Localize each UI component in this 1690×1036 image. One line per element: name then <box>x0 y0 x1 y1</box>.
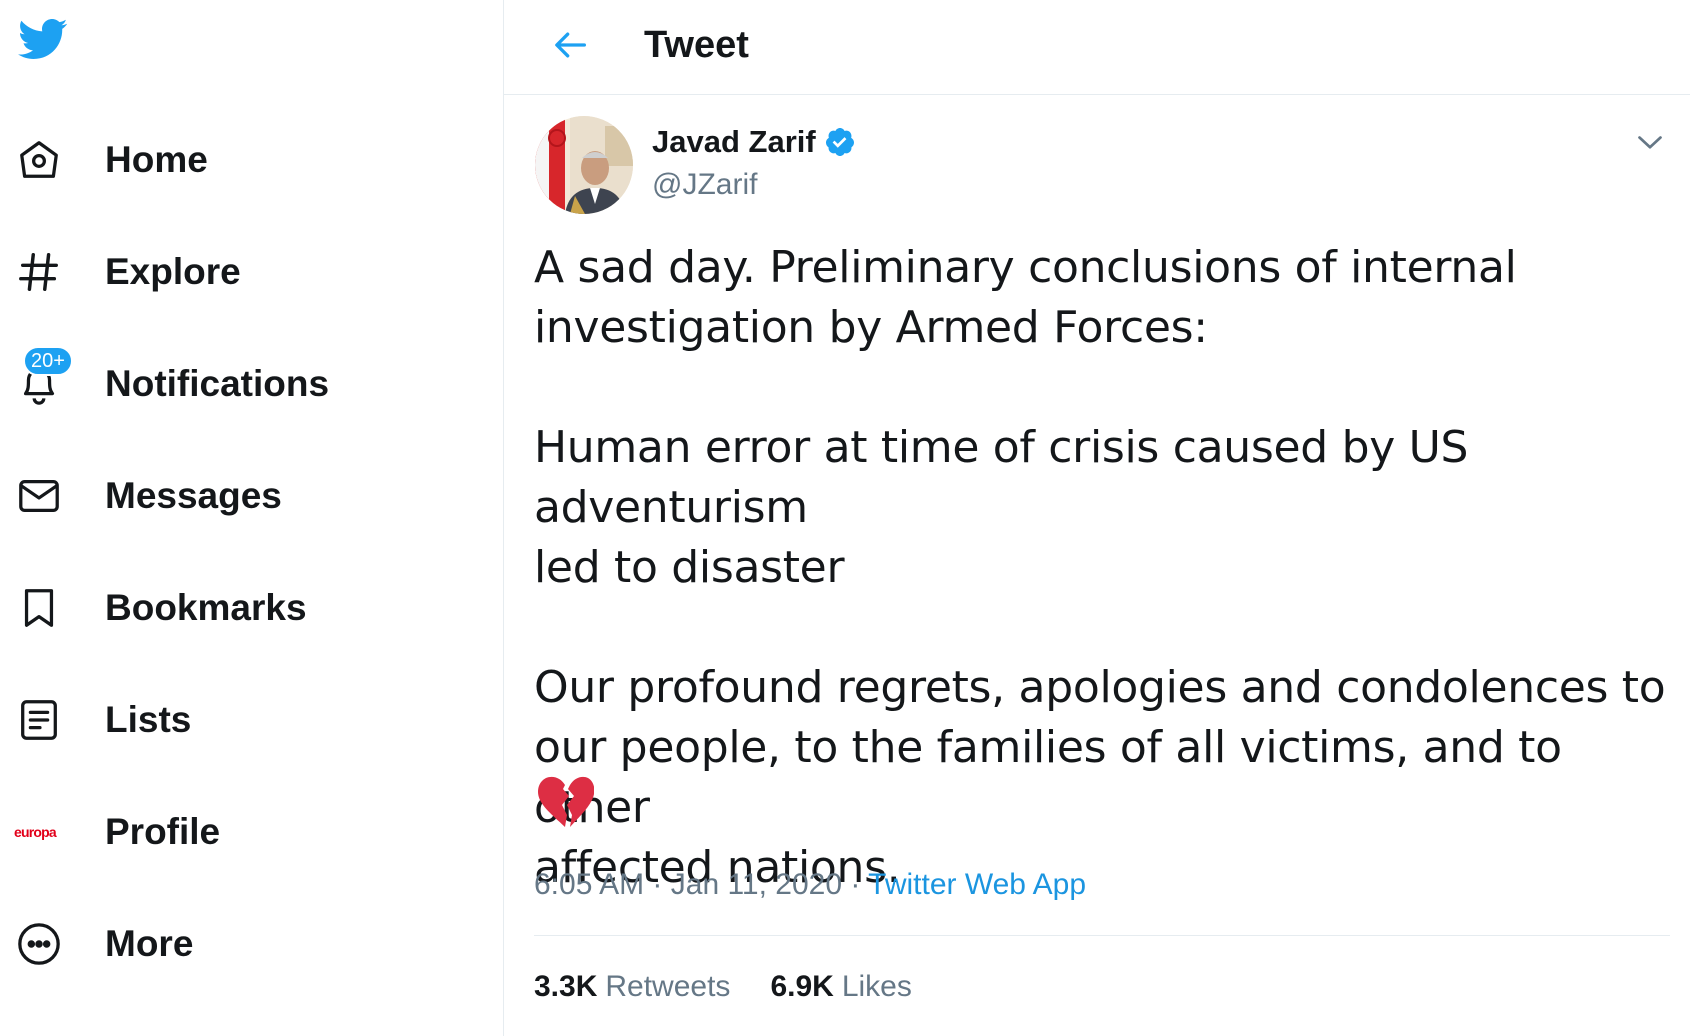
author-handle[interactable]: @JZarif <box>652 168 757 202</box>
sidebar-item-bookmarks[interactable]: Bookmarks <box>0 568 420 648</box>
list-icon <box>14 695 64 745</box>
tweet-stats: 3.3K Retweets 6.9K Likes <box>534 970 952 1004</box>
divider <box>534 935 1670 936</box>
meta-separator: · <box>850 868 861 901</box>
envelope-icon <box>14 471 64 521</box>
retweets-stat[interactable]: 3.3K Retweets <box>534 970 730 1004</box>
tweet-meta: 6:05 AM · Jan 11, 2020 · Twitter Web App <box>534 868 1086 902</box>
bookmark-icon <box>14 583 64 633</box>
europa-logo-icon: europa <box>14 807 64 857</box>
avatar[interactable] <box>535 116 633 214</box>
sidebar-item-label: Explore <box>105 251 241 292</box>
likes-stat[interactable]: 6.9K Likes <box>770 970 911 1004</box>
hashtag-icon <box>14 247 64 297</box>
verified-badge-icon <box>825 128 854 156</box>
page-title: Tweet <box>644 24 749 66</box>
meta-separator: · <box>652 868 663 901</box>
broken-heart-icon <box>536 775 596 831</box>
sidebar-item-label: More <box>105 923 194 964</box>
back-arrow-icon[interactable] <box>546 20 596 70</box>
notification-badge: 20+ <box>23 346 73 376</box>
likes-count: 6.9K <box>770 970 834 1003</box>
main-column: Tweet Javad Zarif @JZarif A sad day. Pre… <box>504 0 1690 1036</box>
home-icon <box>14 135 64 185</box>
more-dots-icon <box>14 919 64 969</box>
chevron-down-icon[interactable] <box>1632 124 1668 160</box>
sidebar-item-profile[interactable]: europa Profile <box>0 792 420 872</box>
sidebar-item-lists[interactable]: Lists <box>0 680 420 760</box>
tweet-date[interactable]: Jan 11, 2020 <box>671 868 842 901</box>
sidebar-item-home[interactable]: Home <box>0 120 420 200</box>
svg-text:europa: europa <box>14 824 57 840</box>
sidebar-item-label: Lists <box>105 699 192 740</box>
sidebar-item-label: Bookmarks <box>105 587 307 628</box>
likes-label: Likes <box>841 970 912 1003</box>
page-header: Tweet <box>504 0 1690 95</box>
sidebar-item-messages[interactable]: Messages <box>0 456 420 536</box>
tweet-text: A sad day. Preliminary conclusions of in… <box>534 242 1666 893</box>
sidebar-item-notifications[interactable]: 20+ Notifications <box>0 344 420 424</box>
sidebar-item-explore[interactable]: Explore <box>0 232 420 312</box>
author-name[interactable]: Javad Zarif <box>652 124 856 160</box>
sidebar-item-label: Notifications <box>105 363 330 404</box>
sidebar-item-label: Messages <box>105 475 282 516</box>
retweets-count: 3.3K <box>534 970 598 1003</box>
sidebar-item-more[interactable]: More <box>0 904 420 984</box>
sidebar-item-label: Home <box>105 139 208 180</box>
sidebar-item-label: Profile <box>105 811 221 852</box>
retweets-label: Retweets <box>605 970 731 1003</box>
author-name-text: Javad Zarif <box>652 124 816 159</box>
tweet-time[interactable]: 6:05 AM <box>534 868 644 901</box>
sidebar: Home Explore 20+ Notifications Messages <box>0 0 504 1036</box>
twitter-bird-icon[interactable] <box>13 13 71 65</box>
tweet-source-link[interactable]: Twitter Web App <box>868 868 1086 901</box>
